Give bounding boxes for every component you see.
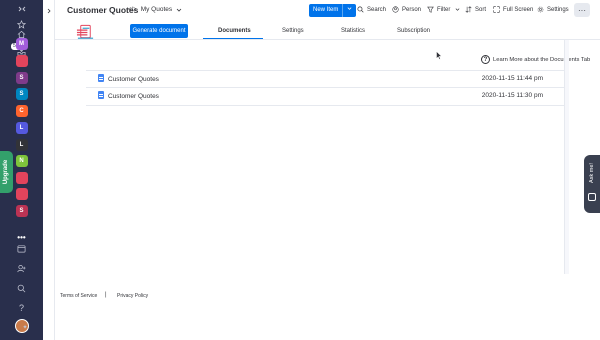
ask-me-widget[interactable]: Ask me! xyxy=(584,155,600,213)
product-switcher-icon[interactable]: ✦ xyxy=(15,324,35,331)
workspace-initial xyxy=(15,188,28,200)
upgrade-button[interactable]: Upgrade xyxy=(0,151,13,193)
workspace-initial xyxy=(15,55,28,67)
google-doc-icon xyxy=(98,74,104,82)
new-item-button[interactable]: New Item xyxy=(309,4,357,17)
workspace-initial: N xyxy=(15,155,28,167)
workspace-initial: S xyxy=(15,88,28,100)
app-footer: Terms of Service | Privacy Policy xyxy=(55,290,600,302)
person-label: Person xyxy=(402,6,422,13)
settings-button[interactable]: Settings xyxy=(537,6,569,13)
more-options-button[interactable]: ··· xyxy=(574,3,590,17)
tab-settings[interactable]: Settings xyxy=(282,28,304,34)
tab-subscription[interactable]: Subscription xyxy=(397,28,430,34)
workspace-initial: L xyxy=(15,122,28,134)
board-header: Customer Quotes </> My Quotes New Item S… xyxy=(55,0,600,22)
workspace-avatar[interactable]: C xyxy=(0,105,43,117)
help-link-text: Learn More about the Documents Tab xyxy=(493,56,591,63)
workspace-initial: L xyxy=(15,139,28,151)
full-screen-label: Full Screen xyxy=(503,6,534,13)
vertical-scrollbar[interactable] xyxy=(564,40,569,274)
collapse-rail-icon[interactable] xyxy=(0,5,43,13)
view-divider xyxy=(55,39,600,40)
workspace-avatar[interactable]: L xyxy=(0,139,43,151)
feedback-icon xyxy=(588,193,596,201)
sort-icon xyxy=(465,6,472,13)
person-filter-button[interactable]: Person xyxy=(392,6,421,13)
ask-me-label: Ask me! xyxy=(589,163,595,183)
code-view-icon: </> xyxy=(128,6,137,13)
workspace-avatar[interactable] xyxy=(0,55,43,67)
board-sidebar-toggle[interactable] xyxy=(43,0,55,340)
invite-members-icon[interactable] xyxy=(0,264,43,273)
settings-label: Settings xyxy=(547,6,569,13)
workspace-avatar[interactable]: M xyxy=(0,38,43,50)
workspace-initial: M xyxy=(15,38,28,50)
table-row[interactable]: Customer Quotes 2020-11-15 11:30 pm xyxy=(86,88,564,106)
workspace-initial xyxy=(15,172,28,184)
chevron-down-icon xyxy=(455,8,460,11)
view-name: My Quotes xyxy=(140,6,173,13)
workspace-initial: S xyxy=(15,72,28,84)
documents-help-link[interactable]: ? Learn More about the Documents Tab xyxy=(481,55,590,64)
help-icon[interactable]: ? xyxy=(0,303,43,313)
tab-documents[interactable]: Documents xyxy=(218,28,251,34)
workspace-avatar[interactable]: S xyxy=(0,72,43,84)
document-name[interactable]: Customer Quotes xyxy=(108,93,159,100)
full-screen-button[interactable]: Full Screen xyxy=(493,6,533,13)
document-generator-logo-icon xyxy=(76,24,94,39)
filter-icon xyxy=(427,6,434,13)
gear-icon xyxy=(537,6,544,13)
google-doc-icon xyxy=(98,91,104,99)
generate-document-button[interactable]: Generate document xyxy=(130,24,188,38)
search-label: Search xyxy=(367,6,387,13)
chevron-down-icon xyxy=(176,8,182,12)
footer-separator: | xyxy=(105,292,107,298)
favorites-star-icon[interactable] xyxy=(0,20,43,29)
new-item-label[interactable]: New Item xyxy=(309,4,344,17)
tab-statistics[interactable]: Statistics xyxy=(341,28,365,34)
filter-label: Filter xyxy=(437,6,451,13)
sort-button[interactable]: Sort xyxy=(465,6,486,13)
privacy-policy-link[interactable]: Privacy Policy xyxy=(117,293,148,299)
search-button[interactable]: Search xyxy=(357,6,386,13)
document-date: 2020-11-15 11:30 pm xyxy=(481,92,543,99)
more-workspaces-icon[interactable]: ••• xyxy=(0,233,43,242)
document-name[interactable]: Customer Quotes xyxy=(108,76,159,83)
table-row[interactable]: Customer Quotes 2020-11-15 11:44 pm xyxy=(86,70,564,88)
filter-button[interactable]: Filter xyxy=(427,6,460,13)
workspace-avatar[interactable]: S xyxy=(0,88,43,100)
document-date: 2020-11-15 11:44 pm xyxy=(481,75,543,82)
documents-table: Customer Quotes 2020-11-15 11:44 pm Cust… xyxy=(86,70,564,106)
person-icon xyxy=(392,6,399,13)
workspace-initial: C xyxy=(15,105,28,117)
mouse-cursor-icon xyxy=(436,51,442,60)
new-item-dropdown-icon[interactable] xyxy=(343,4,356,17)
app-view-bar: Generate document Documents Settings Sta… xyxy=(55,22,600,40)
workspace-initial: S xyxy=(15,205,28,217)
full-screen-icon xyxy=(493,6,500,13)
terms-of-service-link[interactable]: Terms of Service xyxy=(60,293,97,299)
view-selector[interactable]: </> My Quotes xyxy=(128,6,182,13)
search-icon xyxy=(357,6,364,13)
search-everything-icon[interactable] xyxy=(0,284,43,293)
workspace-avatar[interactable]: L xyxy=(0,122,43,134)
calendar-icon[interactable] xyxy=(0,244,43,253)
sort-label: Sort xyxy=(475,6,487,13)
workspace-avatar[interactable]: S xyxy=(0,205,43,217)
question-circle-icon: ? xyxy=(481,55,490,64)
